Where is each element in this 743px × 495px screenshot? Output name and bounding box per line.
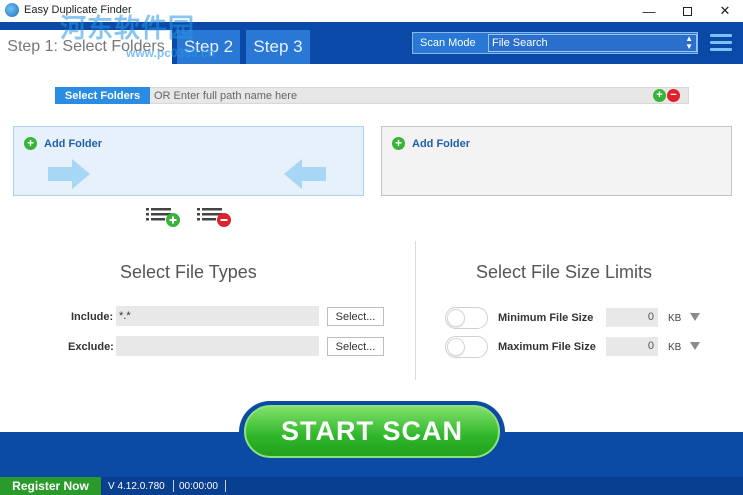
maximize-icon — [682, 6, 692, 16]
close-button[interactable]: ✕ — [706, 0, 743, 22]
watermark-text: 河东软件园 — [60, 13, 196, 43]
toggle-knob — [447, 338, 465, 356]
arrow-right-icon — [48, 159, 90, 189]
register-now-button[interactable]: Register Now — [0, 477, 101, 495]
scan-mode-label: Scan Mode — [420, 37, 476, 49]
minimize-button[interactable]: — — [630, 0, 668, 22]
section-divider — [415, 241, 416, 380]
remove-circle-icon: − — [670, 89, 677, 101]
list-add-icon[interactable] — [146, 206, 180, 228]
maximize-button[interactable] — [668, 0, 706, 22]
select-folders-button[interactable]: Select Folders — [55, 87, 150, 104]
min-size-input[interactable]: 0 — [606, 308, 658, 327]
close-icon: ✕ — [719, 3, 731, 18]
start-scan-button[interactable]: START SCAN — [244, 405, 500, 458]
dropdown-arrow-icon[interactable] — [690, 342, 700, 350]
scan-mode-value: File Search — [492, 37, 548, 49]
arrow-left-icon — [284, 159, 326, 189]
scan-mode-select[interactable]: File Search ▲ ▼ — [488, 34, 697, 52]
add-folder-button[interactable]: + Add Folder — [24, 137, 102, 150]
add-circle-icon: + — [656, 89, 663, 101]
file-types-title: Select File Types — [120, 262, 257, 282]
menu-icon[interactable] — [710, 34, 732, 52]
status-bar: Register Now V 4.12.0.780 00:00:00 — [0, 477, 743, 495]
exclude-folders-panel[interactable]: + Add Folder — [381, 126, 732, 196]
remove-path-button[interactable]: − — [667, 89, 680, 102]
include-input[interactable] — [116, 306, 319, 326]
path-input[interactable] — [154, 89, 644, 102]
min-size-label: Minimum File Size — [498, 312, 594, 324]
version-text: V 4.12.0.780 — [108, 481, 165, 492]
toggle-knob — [447, 309, 465, 327]
add-folder-label: Add Folder — [44, 137, 103, 150]
list-remove-icon[interactable] — [197, 206, 231, 228]
min-size-unit: KB — [668, 313, 682, 324]
status-separator — [173, 480, 174, 492]
add-path-button[interactable]: + — [653, 89, 666, 102]
max-size-input[interactable]: 0 — [606, 337, 658, 356]
add-circle-icon: + — [24, 137, 37, 150]
exclude-label: Exclude: — [68, 341, 114, 353]
max-size-toggle[interactable] — [445, 336, 488, 358]
app-logo-icon — [5, 3, 19, 17]
include-folders-panel[interactable]: + Add Folder — [13, 126, 364, 196]
add-circle-icon: + — [392, 137, 405, 150]
path-bar: Select Folders + − — [55, 87, 689, 104]
minimize-icon: — — [642, 3, 656, 19]
add-folder-label: Add Folder — [412, 137, 471, 150]
max-size-unit: KB — [668, 342, 682, 353]
tab-step-3[interactable]: Step 3 — [246, 30, 310, 64]
add-folder-button[interactable]: + Add Folder — [392, 137, 470, 150]
include-label: Include: — [71, 311, 114, 323]
min-size-toggle[interactable] — [445, 307, 488, 329]
scan-mode-control: Scan Mode File Search ▲ ▼ — [412, 32, 698, 54]
dropdown-arrow-icon: ▲ ▼ — [685, 34, 693, 51]
max-size-label: Maximum File Size — [498, 341, 596, 353]
watermark-url: www.pc0359.cn — [126, 46, 215, 60]
include-select-button[interactable]: Select... — [327, 307, 384, 326]
app-window: Easy Duplicate Finder — ✕ Step 1: Select… — [0, 0, 743, 495]
status-separator — [225, 480, 226, 492]
exclude-input[interactable] — [116, 336, 319, 356]
exclude-select-button[interactable]: Select... — [327, 337, 384, 356]
file-size-title: Select File Size Limits — [476, 262, 653, 282]
dropdown-arrow-icon[interactable] — [690, 313, 700, 321]
timer-text: 00:00:00 — [179, 481, 218, 492]
